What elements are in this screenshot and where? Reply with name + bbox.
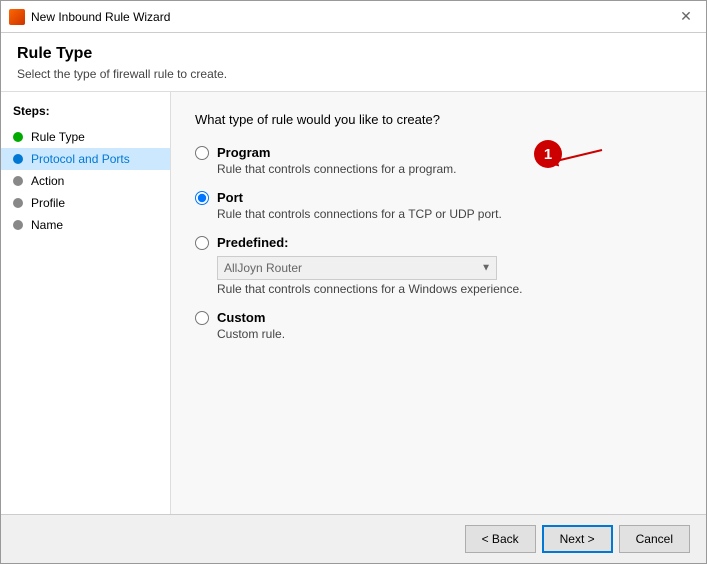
sidebar-label-profile: Profile (31, 196, 65, 210)
sidebar-label-name: Name (31, 218, 63, 232)
sidebar-item-action[interactable]: Action (1, 170, 170, 192)
dot-icon-name (13, 220, 23, 230)
annotation-1-arrow (542, 132, 622, 182)
next-button[interactable]: Next > (542, 525, 613, 553)
label-program: Program (217, 145, 270, 160)
dot-icon-profile (13, 198, 23, 208)
main-panel: What type of rule would you like to crea… (171, 92, 706, 514)
predefined-select[interactable]: AllJoyn Router (217, 256, 497, 280)
radio-program[interactable] (195, 146, 209, 160)
desc-custom: Custom rule. (217, 327, 682, 341)
option-custom: Custom Custom rule. (195, 310, 682, 341)
content-area: Steps: Rule Type Protocol and Ports Acti… (1, 92, 706, 514)
predefined-select-row: AllJoyn Router ▼ (217, 256, 682, 280)
close-button[interactable]: ✕ (674, 5, 698, 29)
footer: < Back Next > Cancel (1, 514, 706, 563)
options-container: What type of rule would you like to crea… (195, 112, 682, 494)
dot-icon-action (13, 176, 23, 186)
sidebar-label-action: Action (31, 174, 64, 188)
option-predefined: Predefined: AllJoyn Router ▼ Rule that c… (195, 235, 682, 296)
desc-predefined: Rule that controls connections for a Win… (217, 282, 682, 296)
cancel-button[interactable]: Cancel (619, 525, 690, 553)
sidebar-item-name[interactable]: Name (1, 214, 170, 236)
radio-predefined[interactable] (195, 236, 209, 250)
radio-custom[interactable] (195, 311, 209, 325)
page-subtitle: Select the type of firewall rule to crea… (17, 67, 690, 81)
sidebar: Steps: Rule Type Protocol and Ports Acti… (1, 92, 171, 514)
back-button[interactable]: < Back (465, 525, 536, 553)
label-port: Port (217, 190, 243, 205)
dot-icon-protocol-ports (13, 154, 23, 164)
option-custom-row: Custom (195, 310, 682, 325)
option-port: Port Rule that controls connections for … (195, 190, 682, 221)
sidebar-item-rule-type[interactable]: Rule Type (1, 126, 170, 148)
desc-port: Rule that controls connections for a TCP… (217, 207, 682, 221)
page-title: Rule Type (17, 45, 690, 63)
steps-label: Steps: (1, 104, 170, 126)
title-bar: New Inbound Rule Wizard ✕ (1, 1, 706, 33)
sidebar-label-protocol-ports: Protocol and Ports (31, 152, 130, 166)
dot-icon-rule-type (13, 132, 23, 142)
sidebar-item-protocol-ports[interactable]: Protocol and Ports (1, 148, 170, 170)
sidebar-item-profile[interactable]: Profile (1, 192, 170, 214)
sidebar-label-rule-type: Rule Type (31, 130, 85, 144)
predefined-select-wrapper: AllJoyn Router ▼ (217, 256, 497, 280)
wizard-window: New Inbound Rule Wizard ✕ Rule Type Sele… (0, 0, 707, 564)
radio-port[interactable] (195, 191, 209, 205)
label-custom: Custom (217, 310, 265, 325)
app-icon (9, 9, 25, 25)
option-predefined-row: Predefined: (195, 235, 682, 250)
window-title: New Inbound Rule Wizard (31, 10, 674, 24)
page-header: Rule Type Select the type of firewall ru… (1, 33, 706, 92)
option-port-row: Port (195, 190, 682, 205)
label-predefined: Predefined: (217, 235, 289, 250)
question-text: What type of rule would you like to crea… (195, 112, 682, 127)
